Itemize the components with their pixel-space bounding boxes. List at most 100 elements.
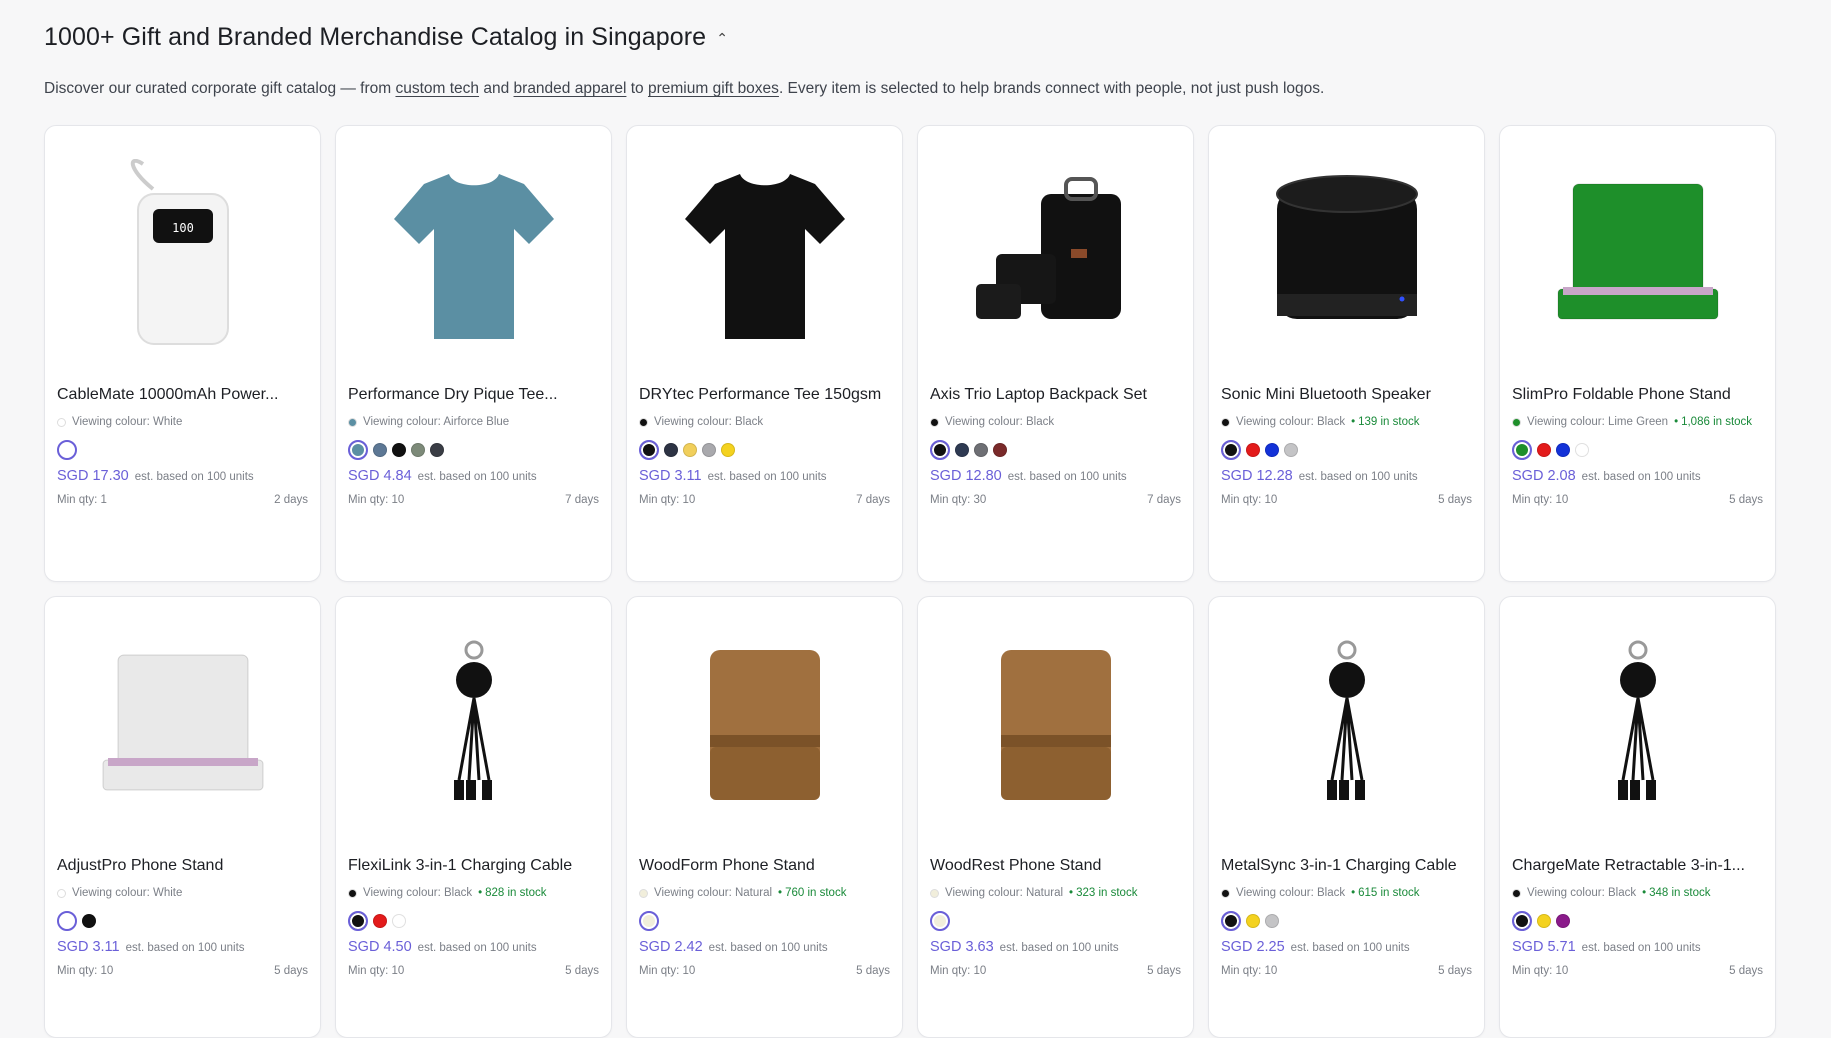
chevron-up-icon[interactable]: ⌃ <box>716 30 728 47</box>
colour-swatch[interactable] <box>411 443 425 457</box>
colour-swatch[interactable] <box>1575 443 1589 457</box>
colour-label: Viewing colour: Black <box>1527 887 1637 899</box>
colour-swatches <box>1221 911 1472 931</box>
colour-swatches <box>1512 440 1763 460</box>
price-estimate-note: est. based on 100 units <box>1290 942 1410 954</box>
lead-time: 5 days <box>1729 494 1763 506</box>
colour-swatch[interactable] <box>1265 914 1279 928</box>
colour-swatch[interactable] <box>1221 911 1241 931</box>
colour-swatch[interactable] <box>683 443 697 457</box>
product-name[interactable]: Performance Dry Pique Tee... <box>348 386 599 406</box>
colour-swatch[interactable] <box>373 914 387 928</box>
colour-swatch[interactable] <box>702 443 716 457</box>
product-name[interactable]: ChargeMate Retractable 3-in-1... <box>1512 857 1763 877</box>
colour-swatch[interactable] <box>1284 443 1298 457</box>
product-image <box>627 126 902 382</box>
colour-swatch[interactable] <box>1537 443 1551 457</box>
colour-swatch[interactable] <box>930 440 950 460</box>
price-estimate-note: est. based on 100 units <box>708 942 828 954</box>
product-card[interactable]: Axis Trio Laptop Backpack Set Viewing co… <box>917 125 1194 582</box>
colour-swatch[interactable] <box>1537 914 1551 928</box>
colour-swatch[interactable] <box>1265 443 1279 457</box>
product-image <box>918 126 1193 382</box>
min-qty: Min qty: 10 <box>348 965 405 977</box>
product-card[interactable]: Sonic Mini Bluetooth Speaker Viewing col… <box>1208 125 1485 582</box>
stock-status: 828 in stock <box>478 886 546 900</box>
colour-swatch[interactable] <box>1221 440 1241 460</box>
colour-swatch[interactable] <box>993 443 1007 457</box>
colour-label: Viewing colour: Black <box>654 416 764 428</box>
colour-swatches <box>348 440 599 460</box>
product-name[interactable]: WoodRest Phone Stand <box>930 857 1181 877</box>
colour-swatch[interactable] <box>430 443 444 457</box>
desc-text: and <box>479 80 514 97</box>
colour-swatch[interactable] <box>639 440 659 460</box>
colour-swatch[interactable] <box>57 911 77 931</box>
colour-swatches <box>930 911 1181 931</box>
price-estimate-note: est. based on 100 units <box>417 942 537 954</box>
premium-gift-boxes-link[interactable]: premium gift boxes <box>648 80 779 97</box>
colour-swatch[interactable] <box>1556 914 1570 928</box>
product-name[interactable]: FlexiLink 3-in-1 Charging Cable <box>348 857 599 877</box>
product-price: SGD 2.42 <box>639 939 703 955</box>
price-estimate-note: est. based on 100 units <box>125 942 245 954</box>
colour-swatch[interactable] <box>348 440 368 460</box>
colour-swatch[interactable] <box>392 443 406 457</box>
colour-swatch[interactable] <box>930 911 950 931</box>
cable-icon <box>453 640 492 800</box>
price-estimate-note: est. based on 100 units <box>1007 471 1127 483</box>
colour-swatch[interactable] <box>348 911 368 931</box>
product-name[interactable]: CableMate 10000mAh Power... <box>57 386 308 406</box>
current-colour-dot <box>348 417 357 427</box>
colour-swatch[interactable] <box>1512 440 1532 460</box>
min-qty: Min qty: 30 <box>930 494 987 506</box>
product-name[interactable]: WoodForm Phone Stand <box>639 857 890 877</box>
min-qty: Min qty: 10 <box>1221 965 1278 977</box>
desc-text: . Every item is selected to help brands … <box>778 80 1325 97</box>
product-image <box>918 597 1193 853</box>
colour-swatch[interactable] <box>57 440 77 460</box>
colour-swatch[interactable] <box>639 911 659 931</box>
colour-swatch[interactable] <box>664 443 678 457</box>
colour-swatch[interactable] <box>392 914 406 928</box>
product-price: SGD 12.80 <box>930 468 1002 484</box>
product-image <box>1209 597 1484 853</box>
product-card[interactable]: 100 CableMate 10000mAh Power... Viewing … <box>44 125 321 582</box>
product-card[interactable]: WoodRest Phone Stand Viewing colour: Nat… <box>917 596 1194 1038</box>
product-price: SGD 17.30 <box>57 468 129 484</box>
current-colour-dot <box>639 888 648 898</box>
price-estimate-note: est. based on 100 units <box>417 471 537 483</box>
lead-time: 5 days <box>1438 494 1472 506</box>
product-card[interactable]: FlexiLink 3-in-1 Charging Cable Viewing … <box>335 596 612 1038</box>
product-card[interactable]: ChargeMate Retractable 3-in-1... Viewing… <box>1499 596 1776 1038</box>
colour-info: Viewing colour: Black 828 in stock <box>348 886 599 900</box>
product-name[interactable]: Sonic Mini Bluetooth Speaker <box>1221 386 1472 406</box>
branded-apparel-link[interactable]: branded apparel <box>514 80 627 97</box>
colour-swatches <box>639 440 890 460</box>
colour-swatch[interactable] <box>1246 914 1260 928</box>
product-name[interactable]: AdjustPro Phone Stand <box>57 857 308 877</box>
product-card[interactable]: Performance Dry Pique Tee... Viewing col… <box>335 125 612 582</box>
colour-swatch[interactable] <box>955 443 969 457</box>
colour-swatch[interactable] <box>82 914 96 928</box>
colour-swatch[interactable] <box>373 443 387 457</box>
colour-swatch[interactable] <box>1556 443 1570 457</box>
product-card[interactable]: MetalSync 3-in-1 Charging Cable Viewing … <box>1208 596 1485 1038</box>
colour-swatch[interactable] <box>1246 443 1260 457</box>
product-price: SGD 3.11 <box>639 468 702 484</box>
product-card[interactable]: AdjustPro Phone Stand Viewing colour: Wh… <box>44 596 321 1038</box>
product-card[interactable]: WoodForm Phone Stand Viewing colour: Nat… <box>626 596 903 1038</box>
colour-swatch[interactable] <box>721 443 735 457</box>
min-qty: Min qty: 10 <box>639 494 696 506</box>
colour-swatch[interactable] <box>1512 911 1532 931</box>
custom-tech-link[interactable]: custom tech <box>395 80 479 97</box>
product-image <box>1500 597 1775 853</box>
product-card[interactable]: DRYtec Performance Tee 150gsm Viewing co… <box>626 125 903 582</box>
product-card[interactable]: SlimPro Foldable Phone Stand Viewing col… <box>1499 125 1776 582</box>
colour-swatches <box>639 911 890 931</box>
product-name[interactable]: MetalSync 3-in-1 Charging Cable <box>1221 857 1472 877</box>
product-name[interactable]: SlimPro Foldable Phone Stand <box>1512 386 1763 406</box>
product-name[interactable]: DRYtec Performance Tee 150gsm <box>639 386 890 406</box>
colour-swatch[interactable] <box>974 443 988 457</box>
product-name[interactable]: Axis Trio Laptop Backpack Set <box>930 386 1181 406</box>
